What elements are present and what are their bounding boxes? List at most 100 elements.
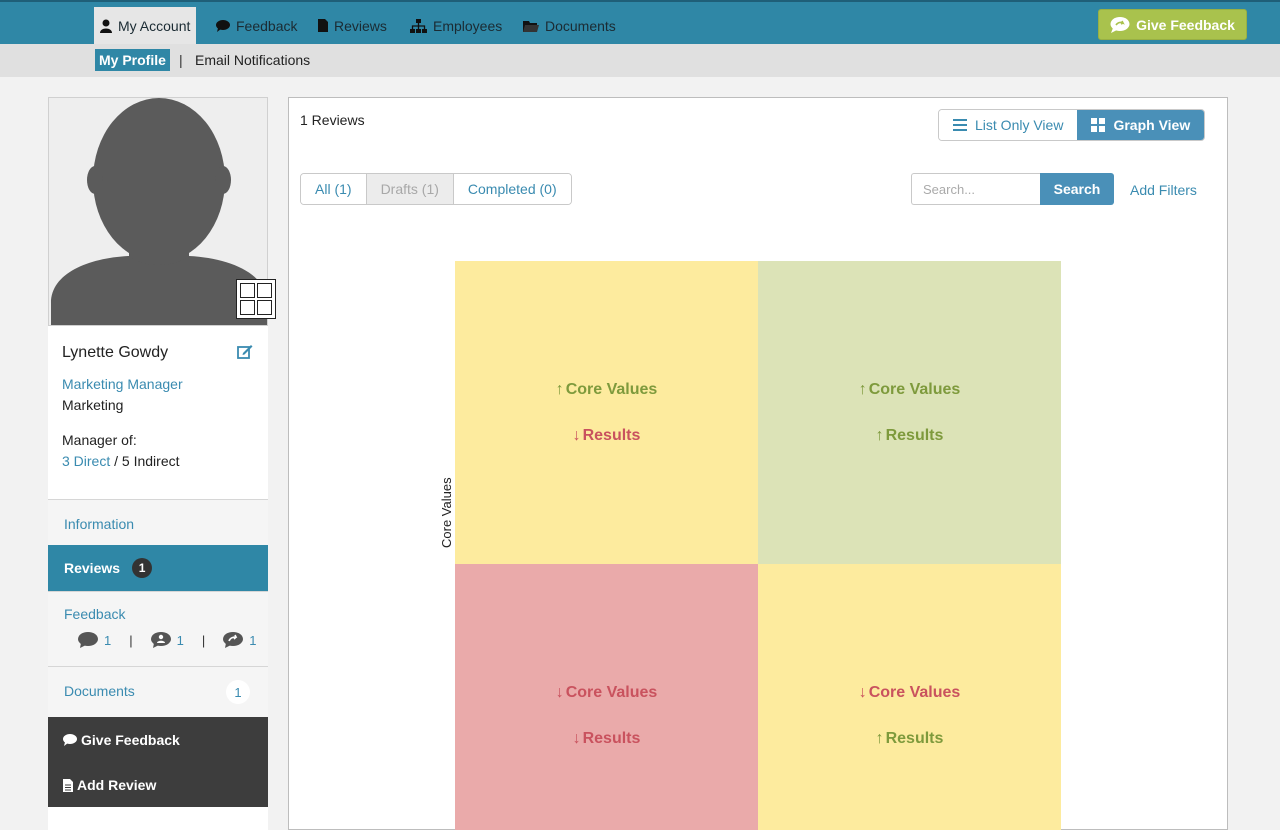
core-values-label: ↑ Core Values [556,381,658,399]
reviews-count-badge: 1 [132,558,153,578]
reviews-count: 1 Reviews [300,112,365,128]
separator: | [201,632,206,648]
core-values-label-text: Core Values [868,683,961,701]
comment-icon [78,632,98,648]
nav-my-account[interactable]: My Account [94,7,197,44]
tab-my-profile[interactable]: My Profile [95,49,170,71]
nav-reviews[interactable]: Reviews [312,7,393,44]
results-label-text: Results [582,729,641,747]
reviews-panel: 1 Reviews List Only View Graph View All … [288,97,1228,830]
sidebar-item-documents[interactable]: Documents 1 [48,666,268,717]
quadrant-3: ↓ Core Values ↓ Results [455,564,758,830]
arrow-down-icon: ↓ [858,683,867,701]
add-filters-link[interactable]: Add Filters [1130,182,1197,198]
quadrant-1: ↑ Core Values ↓ Results [455,261,758,564]
nav-documents[interactable]: Documents [517,7,622,44]
add-review-label: Add Review [77,777,157,793]
results-label: ↑ Results [876,427,944,445]
nav-label: Feedback [236,17,298,34]
separator: | [129,632,133,648]
give-feedback-button[interactable]: Give Feedback [1098,9,1247,40]
profile-card: Lynette Gowdy Marketing Manager Marketin… [48,97,276,830]
sidebar-actions: Give Feedback Add Review [48,717,268,807]
results-label-text: Results [582,426,641,444]
give-feedback-label: Give Feedback [1136,16,1235,33]
arrow-down-icon: ↓ [572,729,581,747]
arrow-down-icon: ↓ [572,426,581,444]
tab-email-notifications[interactable]: Email Notifications [195,52,310,68]
sidebar-item-label: Reviews [64,560,121,576]
user-icon [100,19,112,33]
results-label: ↓ Results [573,427,641,445]
sub-nav: My Profile | Email Notifications [0,44,1280,77]
y-axis-label: Core Values [439,477,454,548]
edit-icon[interactable] [237,344,253,359]
profile-name: Lynette Gowdy [62,344,169,361]
manager-of-label: Manager of: [62,432,137,448]
feedback-received-count[interactable]: 1 [104,633,111,648]
filter-completed[interactable]: Completed (0) [453,174,571,204]
give-feedback-label: Give Feedback [81,732,180,748]
arrow-up-icon: ↑ [555,380,564,398]
core-values-label-text: Core Values [565,683,658,701]
core-values-label-text: Core Values [565,380,658,398]
shared-comment-icon [223,632,244,648]
comment-icon [216,19,230,32]
arrow-up-icon: ↑ [858,380,867,398]
sidebar-item-reviews[interactable]: Reviews 1 [48,545,268,591]
search-button[interactable]: Search [1040,173,1114,205]
top-nav: My Account Feedback Reviews Employees Do… [0,0,1280,44]
results-label-text: Results [885,729,944,747]
quadrant-4: ↓ Core Values ↑ Results [758,564,1061,830]
results-label: ↑ Results [876,730,944,748]
anonymous-comment-icon [150,632,171,648]
nav-label: Documents [545,17,616,34]
nav-feedback[interactable]: Feedback [210,7,303,44]
indirect-reports: / 5 Indirect [110,453,180,469]
reports-summary: 3 Direct / 5 Indirect [62,453,180,469]
nav-label: Employees [433,17,503,34]
core-values-label: ↑ Core Values [859,381,961,399]
file-icon [63,778,73,792]
list-icon [953,119,967,131]
profile-department: Marketing [62,397,124,413]
list-only-view-button[interactable]: List Only View [939,110,1078,140]
add-review-button[interactable]: Add Review [63,777,156,793]
feedback-bubble-icon [1110,16,1130,33]
profile-job-title[interactable]: Marketing Manager [62,376,183,392]
core-values-label: ↓ Core Values [556,684,658,702]
direct-reports-link[interactable]: 3 Direct [62,453,110,469]
core-values-label-text: Core Values [868,380,961,398]
avatar [48,97,268,326]
sidebar-item-feedback[interactable]: Feedback 1 | 1 | 1 [48,591,268,666]
change-photo-icon[interactable] [236,279,276,319]
filter-all[interactable]: All (1) [301,174,367,204]
sitemap-icon [410,18,427,33]
view-toggle: List Only View Graph View [938,109,1206,141]
subnav-separator: | [179,52,183,68]
filter-drafts[interactable]: Drafts (1) [366,174,454,204]
status-filter-tabs: All (1) Drafts (1) Completed (0) [300,173,572,205]
nav-label: My Account [118,17,191,34]
search-input[interactable] [911,173,1041,205]
list-view-label: List Only View [975,117,1064,133]
documents-count-badge: 1 [226,680,250,704]
sidebar-item-information[interactable]: Information [48,499,268,545]
folder-icon [523,20,539,32]
nav-employees[interactable]: Employees [404,7,508,44]
graph-view-label: Graph View [1113,117,1191,133]
quadrant-2: ↑ Core Values ↑ Results [758,261,1061,564]
file-icon [318,19,328,32]
sidebar-give-feedback-button[interactable]: Give Feedback [63,732,180,748]
nav-label: Reviews [334,17,387,34]
arrow-up-icon: ↑ [875,729,884,747]
feedback-anonymous-count[interactable]: 1 [177,633,184,648]
comment-icon [63,734,77,746]
results-label: ↓ Results [573,730,641,748]
graph-view-button[interactable]: Graph View [1077,110,1205,140]
feedback-given-count[interactable]: 1 [249,633,256,648]
sidebar-item-label: Feedback [64,606,126,622]
feedback-counts: 1 | 1 | 1 [78,632,256,648]
arrow-up-icon: ↑ [875,426,884,444]
grid-icon [1091,118,1106,132]
